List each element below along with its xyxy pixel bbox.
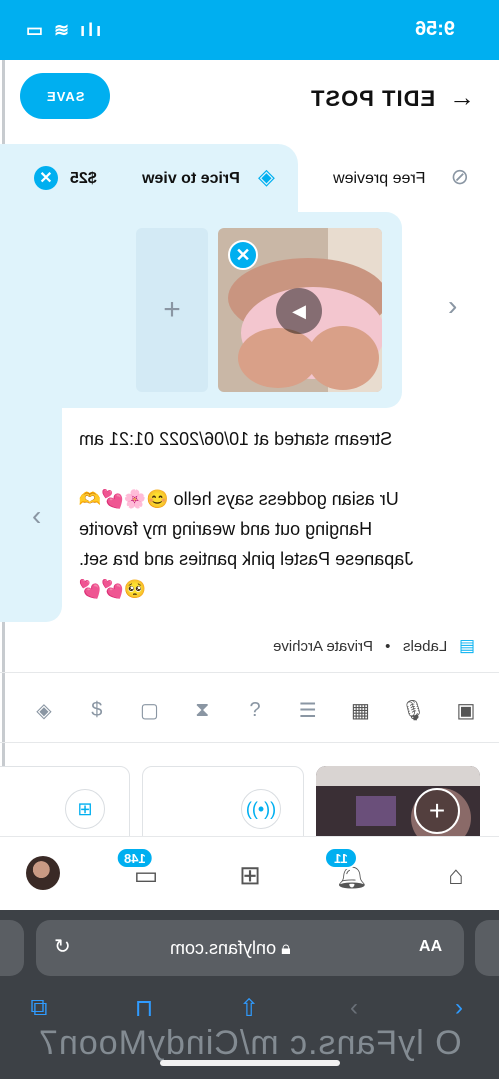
live-stream-icon: ((•)) <box>241 789 281 829</box>
vault-icon[interactable]: ▦ <box>347 696 375 724</box>
page-title: EDIT POST <box>309 86 435 111</box>
labels-value: Private Archive <box>272 638 373 655</box>
chevron-left-icon[interactable]: ‹ <box>32 500 41 532</box>
labels-icon: ▤ <box>458 636 475 655</box>
tab-peek-left[interactable] <box>0 920 24 976</box>
chevron-right-icon[interactable]: › <box>448 290 457 322</box>
image-icon[interactable]: ▣ <box>452 696 480 724</box>
back-arrow-icon[interactable]: → <box>449 82 475 113</box>
price-tag-icon[interactable]: ◈ <box>258 164 275 190</box>
watermark: O lyFans.c m/CindyMoon7 <box>37 1024 462 1062</box>
caption-line: Stream started at 10/06/2022 01:21 am <box>79 429 393 449</box>
post-caption[interactable]: Stream started at 10/06/2022 01:21 am Ur… <box>79 424 479 604</box>
go-live-card[interactable]: ((•)) <box>142 766 304 838</box>
address-bar[interactable]: AA onlyfans.com 🔒︎ ↻ <box>36 920 464 976</box>
remove-media-close-icon[interactable]: ✕ <box>228 240 258 270</box>
reader-aa-button[interactable]: AA <box>419 938 442 956</box>
microphone-icon[interactable]: 🎙︎ <box>399 696 427 724</box>
bottom-nav: ⌂ 🔔︎ 11 ⊞ ▭ 148 <box>0 836 499 910</box>
add-post-icon: ⊞ <box>65 789 105 829</box>
bookmarks-icon[interactable]: ⊓ <box>129 994 159 1023</box>
quiz-icon[interactable]: ? <box>241 696 269 724</box>
add-media-button[interactable]: + <box>136 228 208 392</box>
add-photo-button[interactable]: + <box>414 788 460 834</box>
status-time: 9:56 <box>414 18 455 40</box>
caption-line <box>79 454 479 484</box>
calendar-icon[interactable]: ▢ <box>136 696 164 724</box>
caption-line: Ur asian goddess says hello 😊🌸💕🫶 <box>79 489 399 509</box>
dollar-icon[interactable]: $ <box>83 696 111 724</box>
separator-dot: • <box>385 638 391 655</box>
avatar[interactable] <box>26 856 60 890</box>
new-post-card[interactable]: ⊞ <box>0 766 130 838</box>
caption-line: Hanging out and wearing my favorite <box>79 519 373 539</box>
free-preview-icon[interactable]: ⊘ <box>451 164 469 190</box>
back-icon[interactable]: › <box>444 994 474 1022</box>
add-content-icon[interactable]: ⊞ <box>232 857 268 893</box>
tag-icon[interactable]: ◈ <box>30 696 58 724</box>
home-icon[interactable]: ⌂ <box>438 857 474 893</box>
tabs-icon[interactable]: ⧉ <box>24 994 54 1022</box>
free-preview-tab[interactable]: Free preview <box>333 170 425 188</box>
notifications-badge: 11 <box>324 847 358 869</box>
caption-line: 🥺💕💕 <box>79 579 147 599</box>
divider <box>0 742 499 743</box>
remove-price-close-icon[interactable]: ✕ <box>34 166 58 190</box>
play-icon[interactable]: ◀ <box>276 288 322 334</box>
poll-icon[interactable]: ☰ <box>294 696 322 724</box>
price-to-view-tab[interactable]: Price to view <box>142 170 240 188</box>
save-button[interactable]: SAVE <box>20 73 110 119</box>
price-row: ⊘ Free preview ◈ Price to view $25 ✕ <box>0 136 499 216</box>
url-text: onlyfans.com 🔒︎ <box>170 938 291 958</box>
tab-peek-right[interactable] <box>475 920 499 976</box>
caption-panel <box>0 408 62 622</box>
hourglass-icon[interactable]: ⧗ <box>188 696 216 724</box>
labels-row[interactable]: Private Archive • Labels ▤ <box>265 636 475 656</box>
home-indicator[interactable] <box>160 1060 340 1066</box>
lock-icon: 🔒︎ <box>281 938 291 958</box>
messages-badge: 148 <box>116 847 154 869</box>
share-icon[interactable]: ⇧ <box>234 994 264 1023</box>
forward-icon[interactable]: ‹ <box>339 994 369 1022</box>
caption-line: Japanese Pastel pink panties and bra set… <box>79 549 414 569</box>
reload-icon[interactable]: ↻ <box>54 934 71 959</box>
status-icons: ▭ ≋ ılı <box>26 20 105 40</box>
price-value[interactable]: $25 <box>70 170 97 188</box>
labels-label: Labels <box>402 638 447 655</box>
post-toolbar: ▣ 🎙︎ ▦ ☰ ? ⧗ ▢ $ ◈ <box>30 694 480 726</box>
status-bar: 9:56 ▭ ≋ ılı <box>0 0 499 60</box>
browser-toolbar: ⧉ ⊓ ⇧ ‹ › <box>24 990 474 1026</box>
divider <box>0 672 499 673</box>
header: SAVE EDIT POST → <box>0 60 499 136</box>
